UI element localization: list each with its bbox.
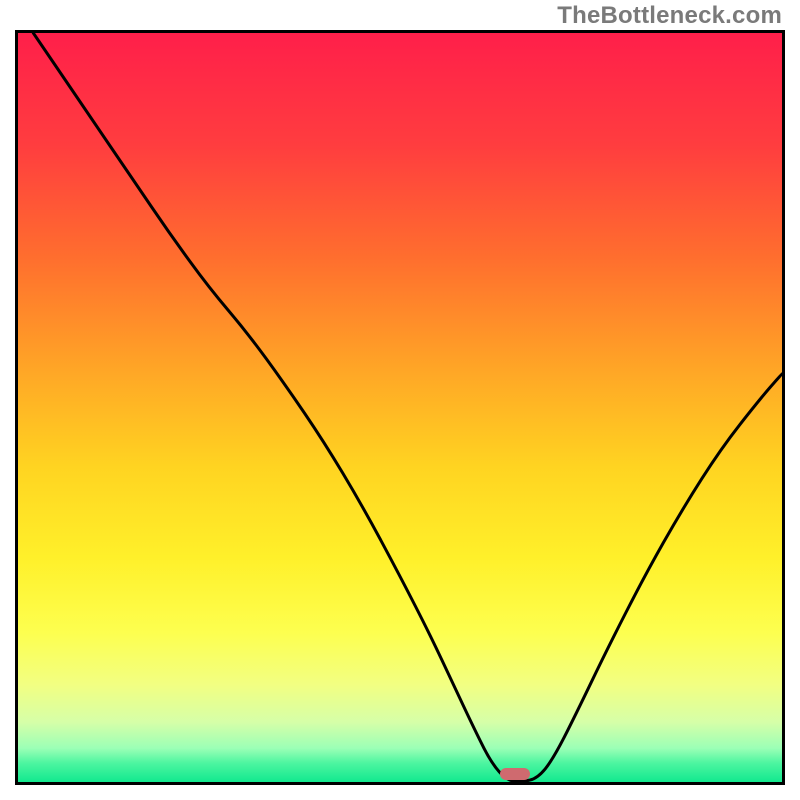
optimal-marker (500, 768, 530, 780)
chart-svg (18, 33, 782, 782)
watermark-text: TheBottleneck.com (557, 2, 782, 30)
chart-frame (15, 30, 785, 785)
gradient-rect (18, 33, 782, 782)
